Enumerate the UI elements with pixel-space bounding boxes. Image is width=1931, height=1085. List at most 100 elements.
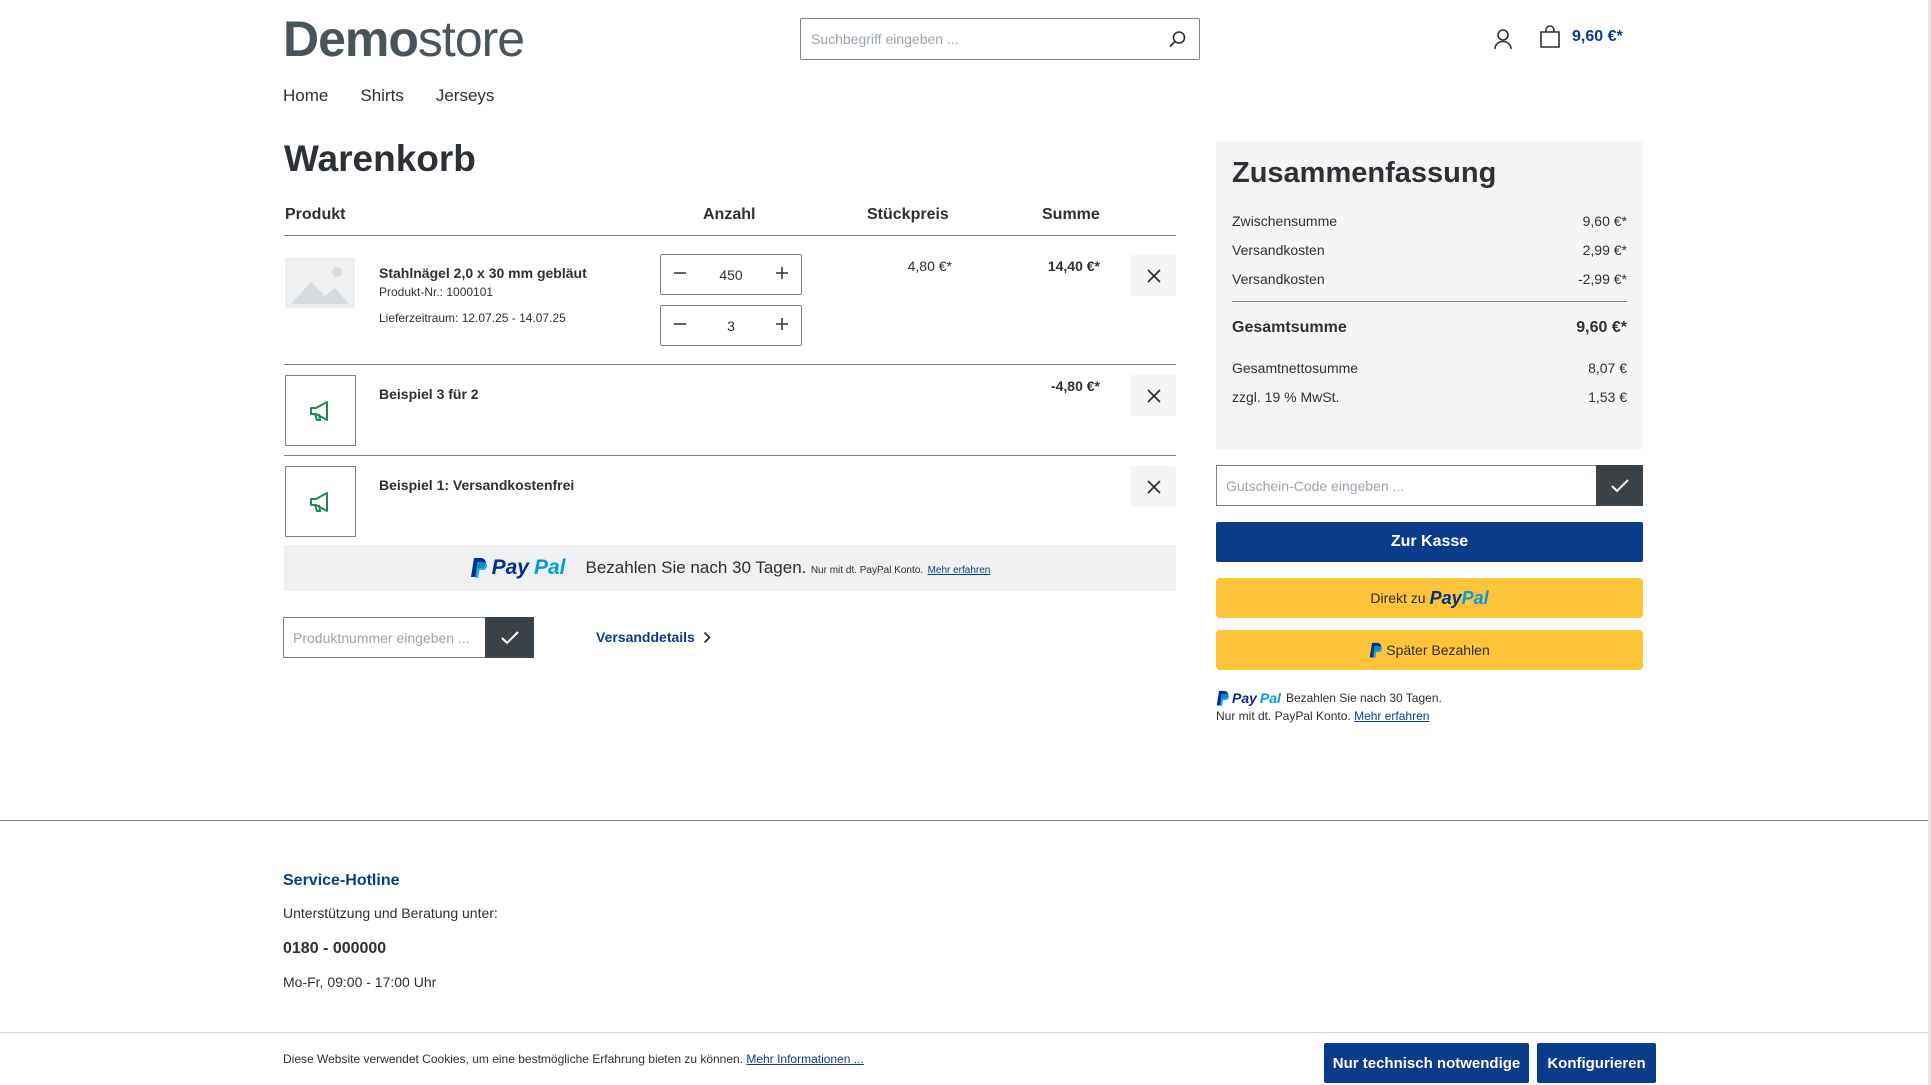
cookie-text: Diese Website verwendet Cookies, um eine… — [283, 1052, 864, 1066]
minus-icon[interactable] — [673, 317, 687, 334]
summary-label: Zwischensumme — [1232, 212, 1338, 229]
summary-row-subtotal: Zwischensumme 9,60 €* — [1232, 206, 1627, 235]
image-placeholder-icon — [285, 258, 355, 308]
cookie-more-info-link[interactable]: Mehr Informationen ... — [746, 1052, 863, 1066]
product-name[interactable]: Stahlnägel 2,0 x 30 mm gebläut — [379, 265, 587, 281]
paypal-message-line2: Nur mit dt. PayPal Konto. — [1216, 709, 1351, 723]
logo-bold-text: Demo — [283, 11, 419, 67]
cookie-message: Diese Website verwendet Cookies, um eine… — [283, 1052, 744, 1066]
cookie-banner: Diese Website verwendet Cookies, um eine… — [0, 1032, 1931, 1085]
footer-divider — [0, 820, 1931, 821]
paypal-pay-later-banner: Pay Pal Bezahlen Sie nach 30 Tagen. Nur m… — [284, 545, 1176, 591]
summary-row-shipping: Versandkosten 2,99 €* — [1232, 235, 1627, 264]
summary-row-vat: zzgl. 19 % MwSt. 1,53 € — [1232, 382, 1627, 411]
checkout-button[interactable]: Zur Kasse — [1216, 522, 1643, 562]
store-logo[interactable]: Demostore — [283, 10, 525, 68]
checkmark-icon — [500, 630, 519, 644]
summary-label: Versandkosten — [1232, 270, 1325, 287]
page-title: Warenkorb — [284, 138, 476, 179]
nav-item-shirts[interactable]: Shirts — [360, 86, 403, 106]
promotion-name: Beispiel 1: Versandkostenfrei — [379, 477, 575, 493]
line-total: 14,40 €* — [1047, 258, 1100, 274]
nav-item-jerseys[interactable]: Jerseys — [436, 86, 495, 106]
promotion-name: Beispiel 3 für 2 — [379, 386, 479, 402]
paypal-banner-small: Nur mit dt. PayPal Konto. — [810, 565, 924, 576]
summary-title: Zusammenfassung — [1232, 157, 1497, 189]
remove-promotion-button[interactable] — [1131, 375, 1176, 416]
summary-value: 8,07 € — [1588, 359, 1627, 376]
promotion-total: -4,80 €* — [1050, 378, 1100, 394]
service-hotline-text: Unterstützung und Beratung unter: — [283, 905, 498, 921]
paypal-banner-text: Bezahlen Sie nach 30 Tagen. — [585, 558, 807, 577]
promotion-image — [285, 375, 356, 446]
product-image-placeholder[interactable] — [285, 258, 355, 308]
paypal-message-link[interactable]: Mehr erfahren — [1354, 709, 1429, 723]
plus-icon[interactable] — [775, 317, 789, 334]
search-input[interactable] — [801, 19, 1157, 59]
summary-total-value: 9,60 €* — [1576, 318, 1627, 336]
paypal-logo-small: Pay Pal — [1216, 689, 1281, 707]
paypal-p-icon — [1216, 690, 1229, 706]
unit-price: 4,80 €* — [907, 258, 952, 274]
promotion-image — [285, 466, 356, 537]
cart-button[interactable]: 9,60 €* — [1538, 25, 1623, 49]
logo-light-text: store — [417, 11, 525, 67]
checkmark-icon — [1610, 478, 1629, 492]
paypal-logo-pay: Pay — [491, 556, 529, 579]
summary-label: Versandkosten — [1232, 241, 1325, 258]
megaphone-icon — [309, 491, 328, 512]
summary-value: 2,99 €* — [1582, 241, 1627, 258]
paypal-message-line1: Bezahlen Sie nach 30 Tagen. — [1285, 691, 1442, 705]
voucher-field — [1216, 465, 1597, 506]
minus-icon[interactable] — [673, 266, 687, 283]
shipping-details-link[interactable]: Versanddetails — [596, 629, 711, 645]
service-phone-number[interactable]: 0180 - 000000 — [283, 940, 386, 958]
paypal-learn-more-link[interactable]: Mehr erfahren — [928, 565, 991, 576]
remove-promotion-button[interactable] — [1131, 466, 1176, 507]
shopping-bag-icon — [1540, 25, 1560, 48]
table-header-divider — [284, 235, 1176, 236]
cart-total: 9,60 €* — [1572, 28, 1623, 45]
summary-row-total: Gesamtsumme 9,60 €* — [1232, 301, 1627, 353]
search-button[interactable] — [1157, 19, 1199, 59]
column-header-unit-price: Stückpreis — [867, 206, 949, 223]
paypal-wordmark-pal: Pal — [1461, 587, 1489, 608]
close-icon — [1146, 268, 1161, 283]
main-navigation: Home Shirts Jerseys — [283, 86, 494, 106]
cookie-necessary-button[interactable]: Nur technisch notwendige — [1324, 1043, 1529, 1083]
add-product-button[interactable] — [485, 617, 534, 658]
nav-item-home[interactable]: Home — [283, 86, 328, 106]
paypal-pay-later-button[interactable]: Später Bezahlen — [1216, 630, 1643, 670]
megaphone-icon — [309, 400, 328, 421]
summary-row-shipping-discount: Versandkosten -2,99 €* — [1232, 264, 1627, 293]
paypal-express-label: Direkt zu — [1370, 590, 1426, 606]
cookie-configure-button[interactable]: Konfigurieren — [1537, 1043, 1656, 1083]
remove-item-button[interactable] — [1131, 255, 1176, 296]
quantity-value[interactable]: 3 — [687, 318, 775, 334]
apply-voucher-button[interactable] — [1596, 465, 1643, 506]
user-icon — [1494, 29, 1512, 50]
paypal-later-label: Später Bezahlen — [1386, 642, 1490, 658]
paypal-express-button[interactable]: Direkt zu PayPal — [1216, 578, 1643, 618]
summary-value: -2,99 €* — [1577, 270, 1627, 287]
column-header-product: Produkt — [285, 206, 346, 223]
close-icon — [1146, 388, 1161, 403]
order-summary: Zusammenfassung Zwischensumme 9,60 €* Ver… — [1216, 141, 1643, 449]
paypal-logo-pal: Pal — [533, 556, 566, 579]
column-header-total: Summe — [1042, 206, 1100, 223]
paypal-message: Pay Pal Bezahlen Sie nach 30 Tagen. Nur m… — [1216, 689, 1442, 725]
voucher-input[interactable] — [1226, 477, 1597, 494]
row-divider — [284, 455, 1176, 456]
paypal-logo-pal: Pal — [1259, 690, 1281, 706]
account-button[interactable] — [1490, 26, 1516, 52]
search-box — [800, 18, 1200, 60]
summary-row-net: Gesamtnettosumme 8,07 € — [1232, 353, 1627, 382]
row-divider — [284, 364, 1176, 365]
plus-icon[interactable] — [775, 266, 789, 283]
summary-value: 9,60 €* — [1582, 212, 1627, 229]
summary-value: 1,53 € — [1588, 388, 1627, 405]
service-hours: Mo-Fr, 09:00 - 17:00 Uhr — [283, 974, 437, 990]
paypal-logo: Pay Pal — [470, 556, 566, 580]
summary-label: zzgl. 19 % MwSt. — [1232, 388, 1340, 405]
quantity-value[interactable]: 450 — [687, 267, 775, 283]
